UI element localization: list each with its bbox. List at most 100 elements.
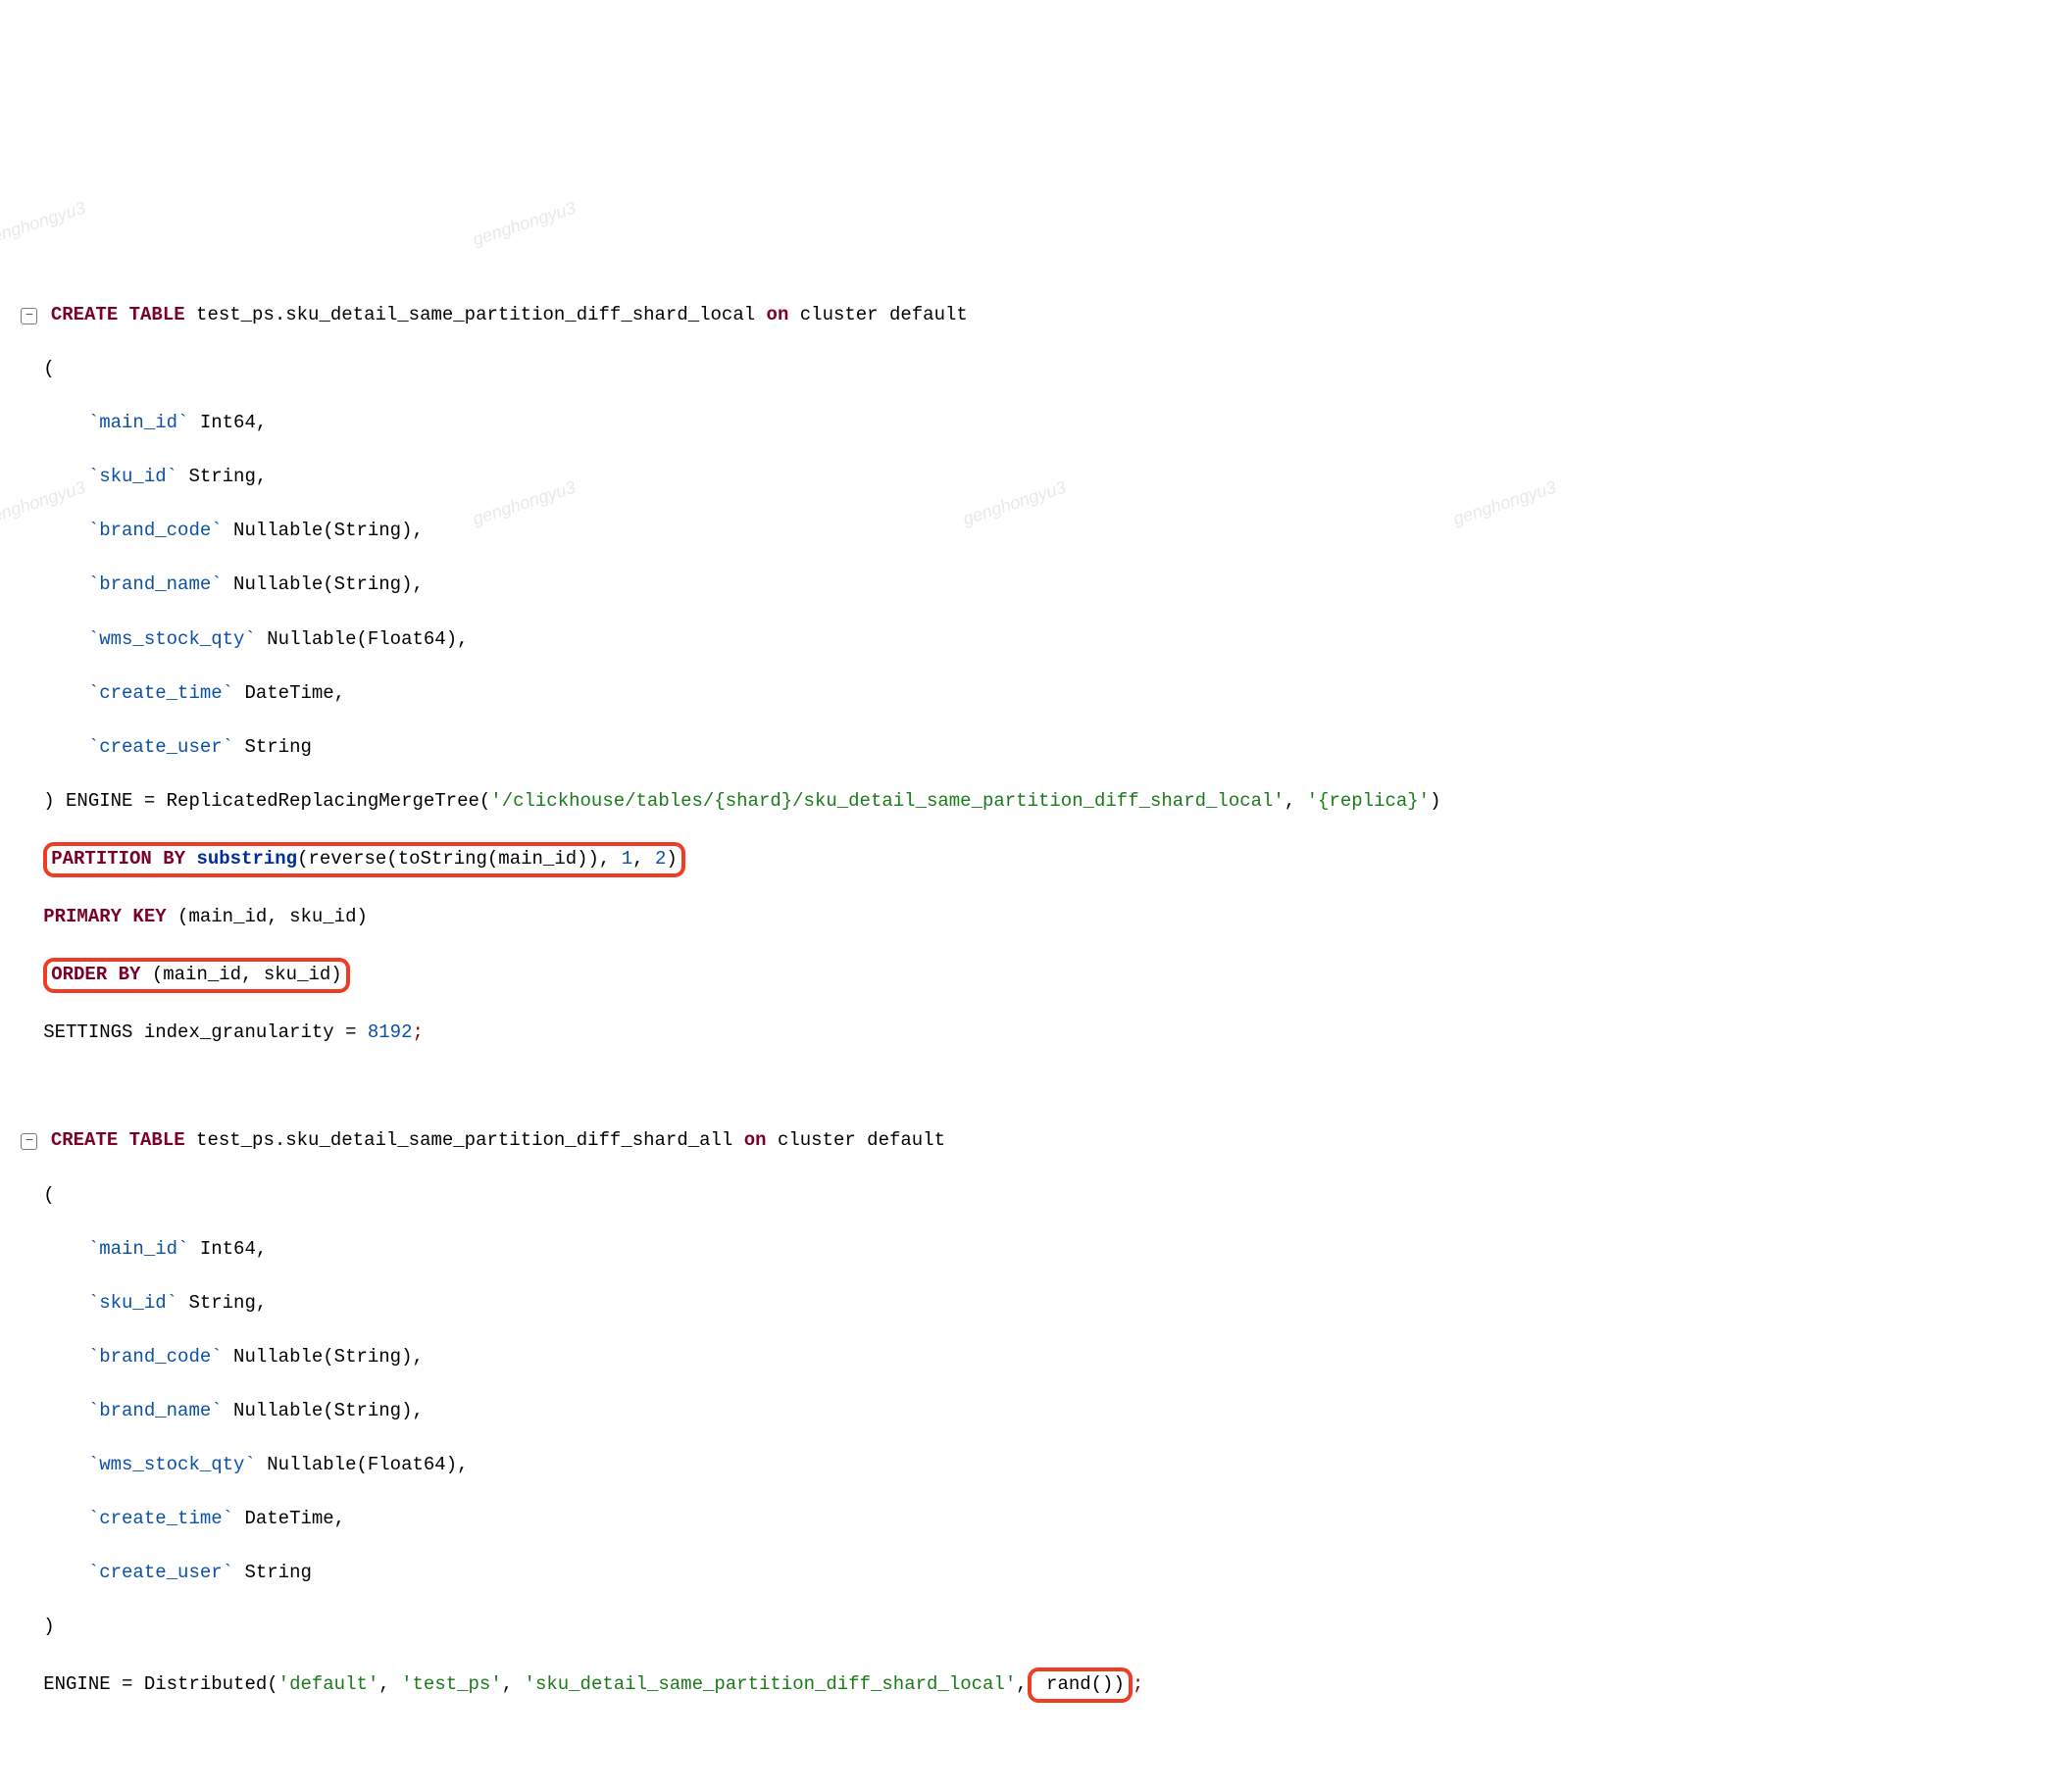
- code-line: `create_time` DateTime,: [10, 1506, 2055, 1533]
- string-literal: 'sku_detail_same_partition_diff_shard_lo…: [525, 1673, 1017, 1695]
- blank-line: [10, 1073, 2055, 1101]
- col-name: `main_id`: [88, 1238, 189, 1260]
- comma: ,: [378, 1673, 401, 1695]
- fn-substring: substring: [196, 848, 297, 870]
- rand-call: rand()): [1035, 1673, 1125, 1695]
- semicolon: ;: [1133, 1673, 1143, 1695]
- comma: ,: [632, 848, 655, 870]
- comma: ,: [1284, 790, 1307, 812]
- col-type: Int64,: [188, 1238, 267, 1260]
- col-type: String,: [177, 466, 267, 487]
- engine-prefix: ) ENGINE = ReplicatedReplacingMergeTree(: [43, 790, 490, 812]
- col-type: String: [233, 1562, 312, 1583]
- col-type: Nullable(String),: [223, 1346, 424, 1368]
- col-name: `brand_code`: [88, 1346, 223, 1368]
- code-line: `wms_stock_qty` Nullable(Float64),: [10, 1452, 2055, 1479]
- highlight-rand: rand()): [1028, 1668, 1133, 1703]
- code-line: `brand_name` Nullable(String),: [10, 1398, 2055, 1425]
- kw-partition-by: PARTITION BY: [51, 848, 196, 870]
- pk-args: (main_id, sku_id): [177, 906, 368, 927]
- col-type: Nullable(String),: [223, 520, 424, 541]
- code-line: `sku_id` String,: [10, 1290, 2055, 1318]
- code-line: (: [10, 356, 2055, 383]
- col-type: DateTime,: [233, 682, 345, 704]
- settings-prefix: SETTINGS index_granularity =: [43, 1021, 368, 1043]
- col-type: Nullable(String),: [223, 1400, 424, 1421]
- orderby-args: (main_id, sku_id): [140, 964, 341, 985]
- code-line: `sku_id` String,: [10, 464, 2055, 491]
- semicolon: ;: [412, 1021, 423, 1043]
- engine-prefix: ENGINE = Distributed(: [43, 1673, 277, 1695]
- col-name: `brand_name`: [88, 573, 223, 595]
- fold-icon[interactable]: −: [21, 1133, 37, 1150]
- col-type: String: [233, 736, 312, 758]
- fold-icon[interactable]: −: [21, 308, 37, 324]
- kw-create-table: CREATE TABLE: [51, 304, 185, 325]
- code-line: − CREATE TABLE test_ps.sku_detail_same_p…: [10, 302, 2055, 329]
- watermark: genghongyu3: [0, 195, 88, 253]
- cluster-clause: cluster default: [788, 304, 967, 325]
- code-line: `create_user` String: [10, 1560, 2055, 1587]
- col-name: `brand_name`: [88, 1400, 223, 1421]
- close-paren: ): [666, 848, 677, 870]
- open-paren: (: [43, 1184, 54, 1206]
- kw-primary-key: PRIMARY KEY: [43, 906, 177, 927]
- col-name: `create_user`: [88, 736, 233, 758]
- col-type: DateTime,: [233, 1508, 345, 1529]
- string-literal: '/clickhouse/tables/{shard}/sku_detail_s…: [490, 790, 1284, 812]
- cluster-clause: cluster default: [767, 1129, 945, 1151]
- col-name: `sku_id`: [88, 466, 177, 487]
- code-line: − CREATE TABLE test_ps.sku_detail_same_p…: [10, 1127, 2055, 1155]
- kw-on: on: [744, 1129, 767, 1151]
- col-name: `main_id`: [88, 412, 189, 433]
- col-name: `create_time`: [88, 1508, 233, 1529]
- number: 1: [622, 848, 632, 870]
- fn-args: (reverse(toString(main_id)),: [297, 848, 622, 870]
- col-name: `brand_code`: [88, 520, 223, 541]
- number: 2: [655, 848, 666, 870]
- code-line: `wms_stock_qty` Nullable(Float64),: [10, 626, 2055, 654]
- code-line: `create_user` String: [10, 734, 2055, 762]
- col-name: `wms_stock_qty`: [88, 628, 256, 650]
- code-line: `brand_code` Nullable(String),: [10, 1344, 2055, 1371]
- close-paren: ): [43, 1616, 54, 1637]
- highlight-partition-by: PARTITION BY substring(reverse(toString(…: [43, 842, 685, 877]
- kw-order-by: ORDER BY: [51, 964, 140, 985]
- code-line: `brand_code` Nullable(String),: [10, 518, 2055, 545]
- code-line: PRIMARY KEY (main_id, sku_id): [10, 904, 2055, 931]
- col-type: Int64,: [188, 412, 267, 433]
- watermark: genghongyu3: [470, 195, 579, 253]
- code-line: ENGINE = Distributed('default', 'test_ps…: [10, 1668, 2055, 1703]
- string-literal: 'default': [278, 1673, 379, 1695]
- col-name: `create_user`: [88, 1562, 233, 1583]
- kw-on: on: [767, 304, 789, 325]
- comma: ,: [1016, 1673, 1027, 1695]
- code-line: ): [10, 1614, 2055, 1641]
- code-line: SETTINGS index_granularity = 8192;: [10, 1020, 2055, 1047]
- table-name: test_ps.sku_detail_same_partition_diff_s…: [185, 304, 767, 325]
- col-name: `wms_stock_qty`: [88, 1454, 256, 1475]
- string-literal: 'test_ps': [401, 1673, 502, 1695]
- open-paren: (: [43, 358, 54, 379]
- col-name: `sku_id`: [88, 1292, 177, 1314]
- code-line: `create_time` DateTime,: [10, 680, 2055, 708]
- close-paren: ): [1430, 790, 1440, 812]
- col-type: String,: [177, 1292, 267, 1314]
- code-line: `brand_name` Nullable(String),: [10, 572, 2055, 599]
- string-literal: '{replica}': [1307, 790, 1430, 812]
- col-type: Nullable(Float64),: [256, 628, 469, 650]
- highlight-order-by: ORDER BY (main_id, sku_id): [43, 958, 349, 993]
- code-line: ) ENGINE = ReplicatedReplacingMergeTree(…: [10, 788, 2055, 816]
- code-line: PARTITION BY substring(reverse(toString(…: [10, 842, 2055, 877]
- col-type: Nullable(Float64),: [256, 1454, 469, 1475]
- col-name: `create_time`: [88, 682, 233, 704]
- comma: ,: [502, 1673, 525, 1695]
- number: 8192: [368, 1021, 413, 1043]
- code-line: ORDER BY (main_id, sku_id): [10, 958, 2055, 993]
- kw-create-table: CREATE TABLE: [51, 1129, 185, 1151]
- col-type: Nullable(String),: [223, 573, 424, 595]
- code-line: (: [10, 1182, 2055, 1210]
- table-name: test_ps.sku_detail_same_partition_diff_s…: [185, 1129, 744, 1151]
- code-line: `main_id` Int64,: [10, 410, 2055, 437]
- code-line: `main_id` Int64,: [10, 1236, 2055, 1264]
